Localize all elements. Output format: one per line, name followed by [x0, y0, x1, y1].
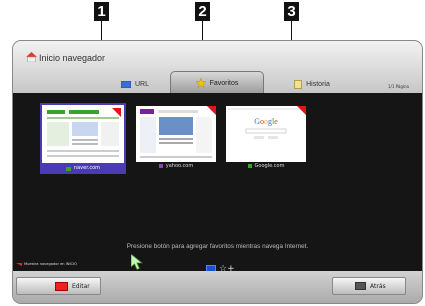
page-counter: 1/1 Página [387, 84, 409, 89]
svg-text:Google: Google [254, 117, 278, 126]
favorites-panel: naver.com yahoo.com Google Google.com Pr… [13, 93, 422, 274]
tab-url[interactable]: URL [99, 75, 171, 94]
site-favicon [247, 164, 252, 168]
back-key-icon [355, 282, 366, 290]
home-hint: Muestra navegador en INICIO [16, 262, 77, 266]
callout-1: 1 [94, 2, 109, 21]
thumbnail-label: Google.com [223, 163, 309, 169]
pointer-cursor-icon [131, 254, 143, 270]
site-favicon [158, 164, 163, 168]
star-icon [195, 78, 206, 88]
edit-button-label: Editar [72, 282, 90, 290]
favorite-thumbnail[interactable]: yahoo.com [133, 103, 219, 176]
thumbnail-title: yahoo.com [165, 163, 194, 169]
manual-figure: 1 2 3 Inicio navegador URL Favoritos His… [0, 0, 425, 306]
tab-url-label: URL [134, 81, 149, 88]
back-button-label: Atrás [370, 282, 386, 290]
thumbnail-label: naver.com [42, 163, 124, 174]
footer-bar: Editar Atrás [13, 271, 422, 303]
instruction-text: Presione botón para agregar favoritos mi… [126, 243, 309, 250]
page-title: Inicio navegador [39, 53, 106, 63]
red-flag-icon [16, 262, 22, 266]
tab-history[interactable]: Historia [267, 75, 357, 94]
thumbnail-title: Google.com [254, 163, 285, 169]
tab-favorites-label: Favoritos [209, 79, 239, 87]
tab-favorites[interactable]: Favoritos [170, 71, 264, 94]
callout-3: 3 [284, 2, 299, 21]
back-button[interactable]: Atrás [332, 277, 406, 295]
tab-history-label: Historia [306, 81, 330, 88]
edit-button[interactable]: Editar [16, 277, 101, 295]
header-bar: Inicio navegador URL Favoritos Historia [13, 41, 422, 94]
history-icon [294, 80, 302, 89]
thumbnail-label: yahoo.com [133, 163, 219, 169]
site-favicon [65, 166, 71, 171]
red-key-icon [55, 282, 68, 291]
page-preview [136, 106, 216, 162]
favorite-thumbnail[interactable]: Google Google.com [223, 103, 309, 176]
page-preview: Google [226, 106, 306, 162]
corner-marker [112, 108, 121, 117]
page-preview [43, 106, 123, 162]
monitor-icon [120, 81, 131, 88]
corner-marker [207, 106, 216, 115]
home-icon [26, 52, 37, 62]
home-hint-text: Muestra navegador en INICIO [24, 262, 77, 266]
thumbnail-title: naver.com [73, 165, 101, 171]
favorite-thumbnail[interactable]: naver.com [40, 103, 126, 174]
corner-marker [297, 106, 306, 115]
callout-2: 2 [195, 2, 210, 21]
